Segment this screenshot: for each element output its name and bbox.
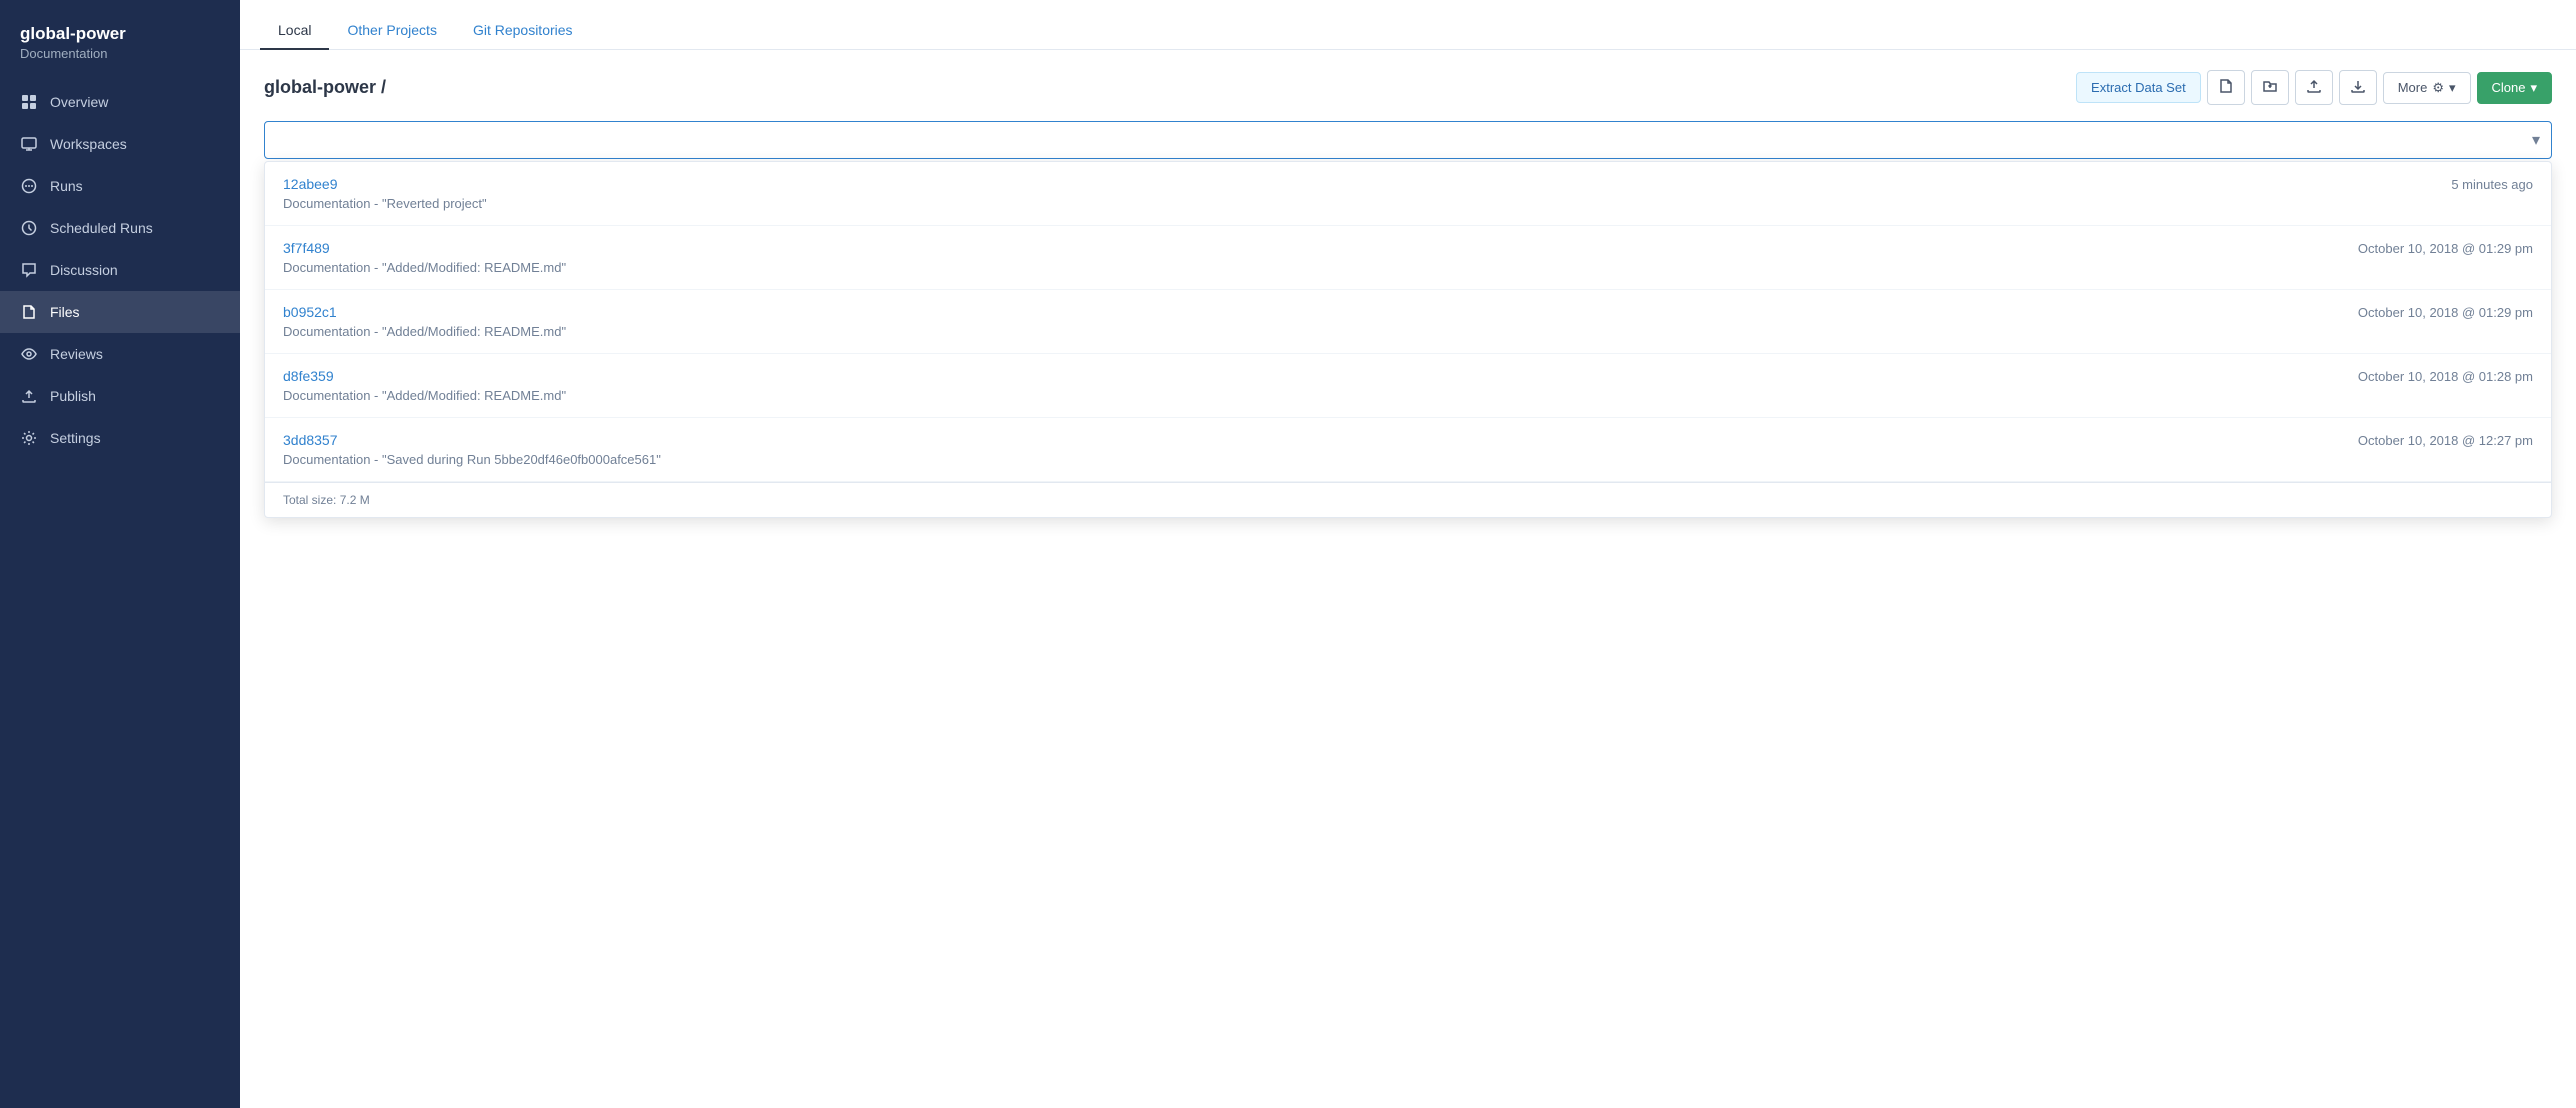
commit-description: Documentation - "Added/Modified: README.… xyxy=(283,260,2533,275)
monitor-icon xyxy=(20,135,38,153)
dropdown-item-row: d8fe359 October 10, 2018 @ 01:28 pm xyxy=(283,368,2533,384)
commit-hash: 3f7f489 xyxy=(283,240,330,256)
list-item[interactable]: b0952c1 October 10, 2018 @ 01:29 pm Docu… xyxy=(265,290,2551,354)
file-icon xyxy=(20,303,38,321)
circle-dots-icon xyxy=(20,177,38,195)
tab-local[interactable]: Local xyxy=(260,12,329,50)
gear-icon-more: ⚙ xyxy=(2432,80,2444,96)
list-item[interactable]: 3f7f489 October 10, 2018 @ 01:29 pm Docu… xyxy=(265,226,2551,290)
search-wrapper: ▾ 12abee9 5 minutes ago Documentation - … xyxy=(264,121,2552,159)
commit-description: Documentation - "Added/Modified: README.… xyxy=(283,388,2533,403)
project-type: Documentation xyxy=(20,46,220,61)
grid-icon xyxy=(20,93,38,111)
sidebar-item-label: Reviews xyxy=(50,346,103,362)
chevron-down-icon: ▾ xyxy=(2449,80,2456,96)
dropdown-item-row: b0952c1 October 10, 2018 @ 01:29 pm xyxy=(283,304,2533,320)
commit-hash: d8fe359 xyxy=(283,368,334,384)
sidebar-item-overview[interactable]: Overview xyxy=(0,81,240,123)
sidebar-item-label: Overview xyxy=(50,94,108,110)
list-item[interactable]: 3dd8357 October 10, 2018 @ 12:27 pm Docu… xyxy=(265,418,2551,482)
upload-icon xyxy=(20,387,38,405)
download-icon xyxy=(2350,78,2366,97)
sidebar-item-scheduled-runs[interactable]: Scheduled Runs xyxy=(0,207,240,249)
sidebar-item-reviews[interactable]: Reviews xyxy=(0,333,240,375)
dropdown-item-row: 12abee9 5 minutes ago xyxy=(283,176,2533,192)
commit-time: October 10, 2018 @ 01:29 pm xyxy=(2358,241,2533,256)
commit-description: Documentation - "Added/Modified: README.… xyxy=(283,324,2533,339)
sidebar-item-label: Scheduled Runs xyxy=(50,220,153,236)
download-button[interactable] xyxy=(2339,70,2377,105)
sidebar: global-power Documentation Overview Work… xyxy=(0,0,240,1108)
sidebar-header: global-power Documentation xyxy=(0,16,240,81)
sidebar-item-workspaces[interactable]: Workspaces xyxy=(0,123,240,165)
sidebar-item-runs[interactable]: Runs xyxy=(0,165,240,207)
commit-time: October 10, 2018 @ 01:28 pm xyxy=(2358,369,2533,384)
sidebar-item-label: Runs xyxy=(50,178,83,194)
commit-hash: 12abee9 xyxy=(283,176,338,192)
commit-description: Documentation - "Reverted project" xyxy=(283,196,2533,211)
sidebar-item-label: Settings xyxy=(50,430,101,446)
more-button[interactable]: More ⚙ ▾ xyxy=(2383,72,2471,104)
clock-icon xyxy=(20,219,38,237)
commit-time: October 10, 2018 @ 12:27 pm xyxy=(2358,433,2533,448)
commit-hash: 3dd8357 xyxy=(283,432,338,448)
sidebar-item-label: Discussion xyxy=(50,262,118,278)
sidebar-item-label: Workspaces xyxy=(50,136,127,152)
eye-icon xyxy=(20,345,38,363)
file-view-button[interactable] xyxy=(2207,70,2245,105)
commit-dropdown: 12abee9 5 minutes ago Documentation - "R… xyxy=(264,161,2552,518)
dropdown-item-row: 3f7f489 October 10, 2018 @ 01:29 pm xyxy=(283,240,2533,256)
commit-time: October 10, 2018 @ 01:29 pm xyxy=(2358,305,2533,320)
sidebar-nav: Overview Workspaces Runs Scheduled Runs xyxy=(0,81,240,1108)
extract-dataset-label: Extract Data Set xyxy=(2091,80,2186,95)
more-label: More xyxy=(2398,80,2428,95)
sidebar-item-label: Files xyxy=(50,304,80,320)
sidebar-item-label: Publish xyxy=(50,388,96,404)
sidebar-item-discussion[interactable]: Discussion xyxy=(0,249,240,291)
clone-button[interactable]: Clone ▾ xyxy=(2477,72,2553,104)
gear-icon xyxy=(20,429,38,447)
list-item[interactable]: 12abee9 5 minutes ago Documentation - "R… xyxy=(265,162,2551,226)
breadcrumb: global-power / xyxy=(264,77,386,98)
sidebar-item-files[interactable]: Files xyxy=(0,291,240,333)
commit-description: Documentation - "Saved during Run 5bbe20… xyxy=(283,452,2533,467)
clone-label: Clone xyxy=(2492,80,2526,95)
content-area: global-power / Extract Data Set xyxy=(240,50,2576,1108)
search-input[interactable] xyxy=(264,121,2552,159)
main-content: Local Other Projects Git Repositories gl… xyxy=(240,0,2576,1108)
commit-hash: b0952c1 xyxy=(283,304,337,320)
upload-button[interactable] xyxy=(2295,70,2333,105)
dropdown-footer: Total size: 7.2 M xyxy=(265,482,2551,517)
tab-git-repositories[interactable]: Git Repositories xyxy=(455,12,591,50)
chevron-down-icon-clone: ▾ xyxy=(2530,80,2537,96)
commit-time: 5 minutes ago xyxy=(2451,177,2533,192)
toolbar-row: global-power / Extract Data Set xyxy=(264,70,2552,105)
tabs-bar: Local Other Projects Git Repositories xyxy=(240,0,2576,50)
sidebar-item-settings[interactable]: Settings xyxy=(0,417,240,459)
folder-upload-icon xyxy=(2262,78,2278,97)
dropdown-item-row: 3dd8357 October 10, 2018 @ 12:27 pm xyxy=(283,432,2533,448)
file-icon-toolbar xyxy=(2218,78,2234,97)
tab-other-projects[interactable]: Other Projects xyxy=(329,12,454,50)
project-name: global-power xyxy=(20,24,220,44)
sidebar-item-publish[interactable]: Publish xyxy=(0,375,240,417)
upload-icon-toolbar xyxy=(2306,78,2322,97)
folder-upload-button[interactable] xyxy=(2251,70,2289,105)
extract-dataset-button[interactable]: Extract Data Set xyxy=(2076,72,2201,103)
list-item[interactable]: d8fe359 October 10, 2018 @ 01:28 pm Docu… xyxy=(265,354,2551,418)
chat-icon xyxy=(20,261,38,279)
toolbar-actions: Extract Data Set xyxy=(2076,70,2552,105)
